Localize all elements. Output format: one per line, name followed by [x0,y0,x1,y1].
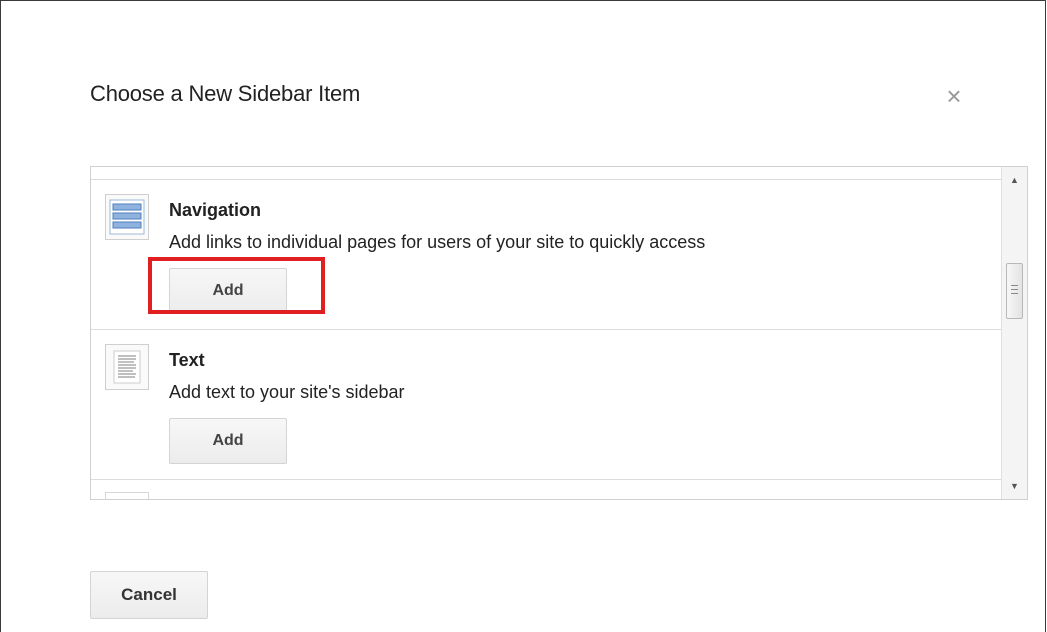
grip-line [1011,289,1018,290]
text-document-icon [105,344,149,390]
item-title: Text [169,350,205,370]
grip-line [1011,293,1018,294]
scroll-thumb[interactable] [1006,263,1023,319]
list-content: Navigation Add links to individual pages… [91,167,1001,499]
scroll-up-arrow-icon[interactable]: ▲ [1002,169,1027,191]
item-title: Navigation [169,200,262,220]
scroll-down-arrow-icon[interactable]: ▼ [1002,475,1027,497]
navigation-list-icon [105,194,149,240]
list-item-navigation: Navigation Add links to individual pages… [91,180,1001,330]
highlight-annotation [148,257,325,314]
close-icon[interactable]: × [941,81,967,111]
next-item-icon [105,492,149,499]
add-text-button[interactable]: Add [169,418,287,464]
cancel-button[interactable]: Cancel [90,571,208,619]
list-item-text: Text Add text to your site's sidebar Add [91,330,1001,480]
dialog-title: Choose a New Sidebar Item [90,81,361,106]
scrollbar[interactable]: ▲ ▼ [1001,167,1027,499]
sidebar-item-dialog: Choose a New Sidebar Item × Navigation A… [0,0,1046,632]
item-description: Add links to individual pages for users … [169,232,706,252]
item-description: Add text to your site's sidebar [169,382,405,402]
sidebar-item-list[interactable]: Navigation Add links to individual pages… [90,166,1028,500]
grip-line [1011,285,1018,286]
